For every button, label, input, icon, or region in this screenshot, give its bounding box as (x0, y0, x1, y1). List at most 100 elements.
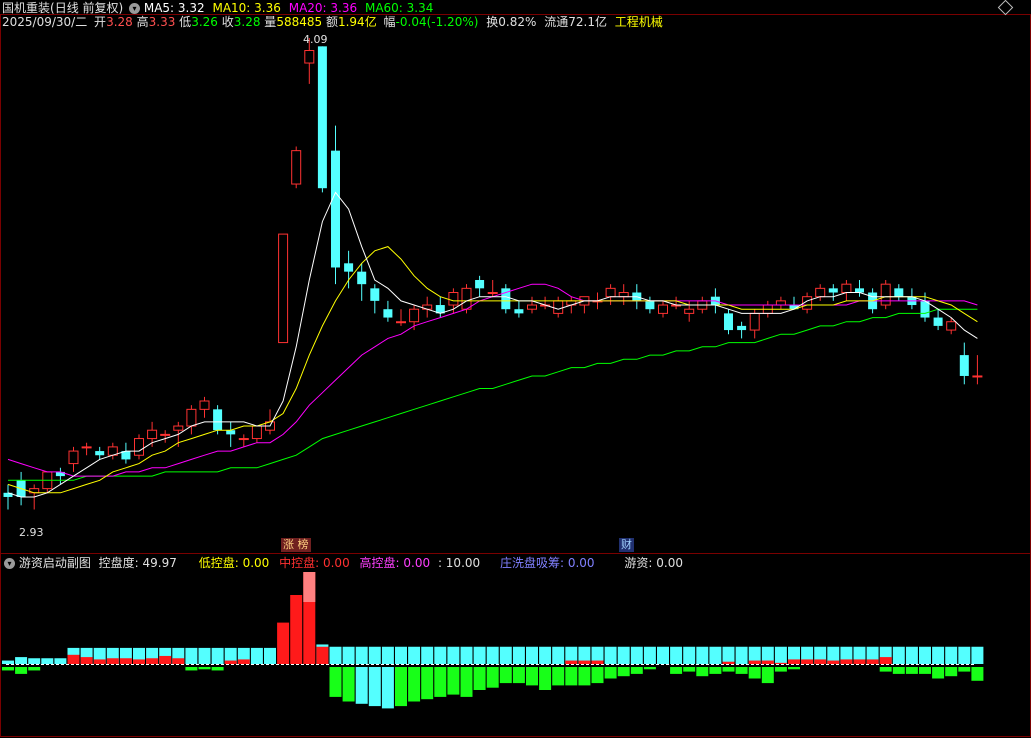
candle[interactable] (331, 125, 340, 285)
limit-up-tag[interactable]: 涨 榜 (281, 538, 311, 552)
sub-bar-top (630, 646, 643, 664)
candle[interactable] (370, 284, 380, 314)
candle[interactable] (344, 250, 354, 289)
candle[interactable] (894, 284, 904, 301)
candle[interactable] (972, 355, 983, 385)
candle[interactable] (605, 284, 616, 306)
candle[interactable] (251, 425, 262, 443)
candle[interactable] (933, 309, 943, 331)
candle[interactable] (841, 280, 852, 301)
candle[interactable] (671, 296, 682, 310)
candle-body (605, 287, 616, 298)
change-label: 幅 (383, 15, 396, 29)
sub-bar-bottom (408, 667, 421, 702)
sub-bar-bottom (774, 667, 787, 672)
chevron-down-icon[interactable]: ▾ (4, 558, 15, 569)
candle-body (81, 446, 92, 449)
candle[interactable] (658, 300, 668, 318)
sub-bar-bottom (892, 667, 905, 674)
candle-body (357, 271, 367, 285)
candle[interactable] (907, 288, 917, 310)
candle[interactable] (134, 434, 144, 460)
candle-body (645, 300, 655, 310)
finance-tag[interactable]: 财 (619, 538, 634, 552)
sub-bar-red (788, 659, 800, 664)
candle[interactable] (383, 300, 393, 322)
open-label: 开 (94, 15, 107, 29)
sub-bar-top (290, 595, 303, 664)
sub-bar-top (552, 646, 565, 664)
candle[interactable] (724, 309, 733, 335)
high-label: 高 (136, 15, 149, 29)
candle[interactable] (828, 284, 838, 301)
candle[interactable] (199, 396, 210, 418)
sub-bar-top (774, 646, 787, 664)
low-label: 低 (179, 15, 192, 29)
candle[interactable] (855, 280, 864, 297)
chevron-down-icon[interactable]: ▾ (129, 3, 141, 14)
sub-bar-bottom (434, 667, 447, 697)
candle[interactable] (959, 342, 969, 385)
sub-bar-bottom (329, 667, 342, 697)
candle[interactable] (3, 484, 13, 510)
high-control: 高控盘: 0.00 (359, 556, 431, 570)
candle-body (409, 308, 420, 323)
sub-bar-bottom (971, 667, 984, 681)
candle[interactable] (815, 284, 826, 301)
candle[interactable] (553, 296, 564, 318)
candle-body (775, 300, 786, 306)
candle[interactable] (435, 296, 445, 318)
candle[interactable] (95, 446, 105, 460)
candle[interactable] (121, 442, 131, 464)
candle[interactable] (487, 280, 498, 297)
candle[interactable] (291, 146, 302, 189)
candle[interactable] (579, 296, 590, 314)
candle[interactable] (186, 405, 197, 435)
candle[interactable] (880, 280, 891, 310)
candle[interactable] (527, 296, 537, 314)
indicator-name[interactable]: 游资启动副图 (19, 556, 91, 570)
candle[interactable] (775, 296, 786, 310)
sub-bar-top (264, 647, 276, 664)
candle[interactable] (278, 233, 289, 344)
sub-bar-red (565, 660, 578, 664)
sub-bar-top (683, 646, 696, 664)
kline-chart-area[interactable] (0, 0, 1031, 738)
sub-bar-top (499, 646, 512, 664)
sub-bar-bottom (565, 667, 578, 686)
candle[interactable] (396, 309, 406, 326)
candle[interactable] (540, 296, 551, 310)
sub-bar-top (41, 658, 54, 664)
sub-bar-bottom (28, 667, 41, 671)
candle[interactable] (107, 442, 118, 460)
candle[interactable] (422, 296, 433, 318)
candle[interactable] (475, 275, 485, 297)
high-value: 3.33 (148, 15, 176, 29)
sub-bar-red (119, 658, 132, 664)
candle-body (396, 321, 406, 324)
candle-body (317, 46, 327, 189)
sub-bar-top (932, 646, 945, 664)
candle[interactable] (317, 46, 327, 193)
candle[interactable] (357, 263, 367, 301)
sub-bar-red (774, 662, 787, 664)
candle[interactable] (81, 442, 92, 456)
amount-label: 额 (325, 15, 338, 29)
candle[interactable] (238, 434, 249, 447)
sub-bar-bottom (879, 667, 892, 672)
candle[interactable] (160, 430, 171, 443)
sub-bar-top (434, 646, 447, 664)
candle[interactable] (618, 284, 629, 306)
period-label[interactable]: (日线 前复权) (50, 1, 123, 15)
sub-bar-top (15, 657, 28, 664)
candle[interactable] (514, 300, 524, 318)
candle[interactable] (68, 446, 79, 472)
candle-body (959, 355, 969, 376)
candle[interactable] (501, 284, 511, 314)
candle[interactable] (645, 296, 655, 314)
header-row-2: 2025/09/30/二 开3.28 高3.33 低3.26 收3.28 量58… (2, 14, 663, 30)
candle[interactable] (737, 321, 747, 339)
candle[interactable] (226, 421, 236, 447)
candle[interactable] (42, 471, 53, 493)
industry-label[interactable]: 工程机械 (615, 15, 663, 29)
